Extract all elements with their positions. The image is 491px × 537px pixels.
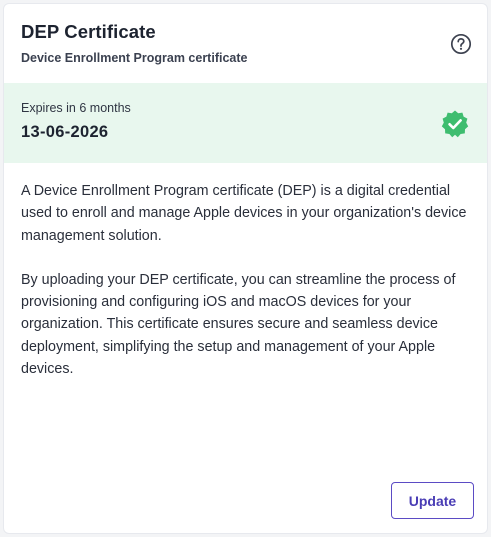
dep-certificate-card: DEP Certificate Device Enrollment Progra… [3, 3, 488, 534]
description-paragraph: A Device Enrollment Program certificate … [21, 183, 467, 244]
verified-badge-icon [441, 110, 469, 138]
expiry-label: Expires in 6 months [21, 101, 131, 115]
expiry-date: 13-06-2026 [21, 123, 109, 141]
expiry-panel: Expires in 6 months 13-06-2026 [4, 83, 487, 163]
description-paragraph: By uploading your DEP certificate, you c… [21, 271, 456, 378]
update-button[interactable]: Update [391, 482, 474, 519]
help-button[interactable] [450, 33, 472, 55]
card-subtitle: Device Enrollment Program certificate [21, 51, 248, 65]
help-circle-icon [450, 33, 472, 55]
card-header: DEP Certificate Device Enrollment Progra… [4, 4, 487, 83]
certificate-description: A Device Enrollment Program certificate … [21, 180, 477, 402]
card-title: DEP Certificate [21, 21, 156, 42]
